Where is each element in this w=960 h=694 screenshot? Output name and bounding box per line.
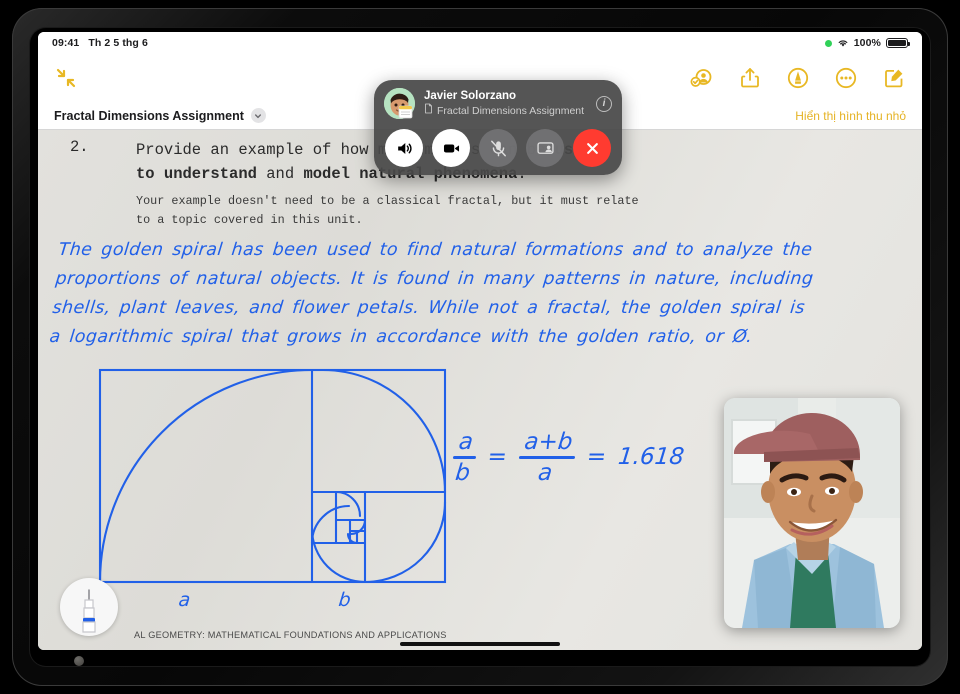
battery-percent: 100%	[853, 37, 881, 49]
end-call-button[interactable]	[573, 129, 611, 167]
question-number: 2.	[70, 138, 89, 156]
fraction-bar	[518, 456, 575, 459]
document-page: 2. Provide an example of how mathematics…	[38, 130, 922, 650]
share-icon[interactable]	[738, 66, 762, 90]
caller-name: Javier Solorzano	[424, 90, 517, 102]
status-bar: 09:41 Th 2 5 thg 6 100%	[38, 32, 922, 54]
handwriting-line: a logarithmic spiral that grows in accor…	[48, 327, 754, 347]
app-screen: 09:41 Th 2 5 thg 6 100% Fractal Dimensio…	[38, 32, 922, 650]
handwritten-answer: The golden spiral has been used to find …	[48, 236, 850, 352]
show-thumbnails-button[interactable]: Hiển thị hình thu nhỏ	[795, 109, 906, 123]
video-button[interactable]	[432, 129, 470, 167]
page-footer: AL GEOMETRY: MATHEMATICAL FOUNDATIONS AN…	[134, 630, 447, 640]
handwriting-line: proportions of natural objects. It is fo…	[54, 269, 815, 289]
chevron-down-icon[interactable]	[250, 108, 266, 123]
question-subtext: Your example doesn't need to be a classi…	[136, 192, 798, 230]
question-line2-bold-a: to understand	[136, 165, 257, 183]
info-button[interactable]: i	[596, 95, 612, 112]
golden-ratio-equation: a b = a+b a = 1.618	[450, 429, 687, 486]
compose-icon[interactable]	[882, 66, 906, 90]
equation-result: 1.618	[616, 444, 686, 471]
question-line2-mid: and	[256, 165, 304, 183]
handwriting-line: The golden spiral has been used to find …	[57, 240, 814, 260]
facetime-controls	[384, 129, 612, 167]
battery-icon	[886, 37, 911, 49]
wifi-icon	[837, 38, 849, 48]
diagram-label-bottom-a: a	[177, 589, 191, 608]
fraction-a-plus-b-over-a: a+b a	[516, 429, 578, 486]
question-subtext-line2: to a topic covered in this unit.	[136, 213, 363, 227]
self-video-tile[interactable]	[724, 398, 900, 628]
document-title-button[interactable]: Fractal Dimensions Assignment	[54, 108, 266, 123]
facetime-call-overlay[interactable]: Javier Solorzano Fractal Dimensions Assi…	[374, 80, 622, 175]
collapse-arrows-icon[interactable]	[54, 66, 78, 90]
more-icon[interactable]	[834, 66, 858, 90]
fraction-numerator: a+b	[523, 429, 574, 455]
equals-sign: =	[486, 444, 509, 471]
recording-indicator-icon	[824, 39, 832, 47]
fraction-denominator: b	[454, 459, 472, 486]
shared-document-name: Fractal Dimensions Assignment	[437, 104, 585, 117]
front-camera	[74, 656, 84, 666]
document-icon	[424, 103, 433, 118]
fraction-bar	[452, 456, 476, 459]
mute-button[interactable]	[479, 129, 517, 167]
handwriting-line: shells, plant leaves, and flower petals.…	[51, 298, 807, 318]
question-subtext-line1: Your example doesn't need to be a classi…	[136, 194, 639, 208]
equals-sign: =	[585, 444, 608, 471]
pen-tool[interactable]	[60, 578, 118, 636]
diagram-label-bottom-b: b	[337, 589, 351, 608]
fraction-a-over-b: a b	[450, 429, 478, 486]
speaker-button[interactable]	[385, 129, 423, 167]
markup-icon[interactable]	[786, 66, 810, 90]
collaboration-icon[interactable]	[690, 66, 714, 90]
facetime-header: Javier Solorzano Fractal Dimensions Assi…	[384, 88, 612, 119]
fraction-denominator: a	[536, 459, 554, 486]
share-screen-button[interactable]	[526, 129, 564, 167]
status-time: 09:41	[52, 37, 80, 49]
golden-spiral-diagram: a a b	[40, 368, 488, 613]
avatar	[384, 88, 415, 119]
fraction-numerator: a	[457, 429, 475, 455]
page-title: Fractal Dimensions Assignment	[54, 108, 244, 123]
shared-document-row: Fractal Dimensions Assignment	[424, 103, 587, 118]
status-date: Th 2 5 thg 6	[88, 37, 148, 49]
home-indicator[interactable]	[400, 641, 560, 646]
screenshot-root: 09:41 Th 2 5 thg 6 100% Fractal Dimensio…	[0, 0, 960, 694]
